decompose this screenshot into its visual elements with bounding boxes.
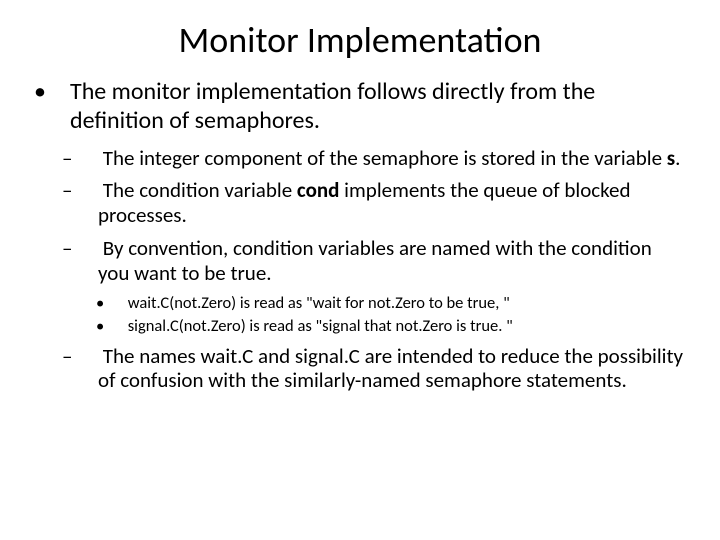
text: The condition variable [103,177,297,203]
subbullet-2: The condition variable cond implements t… [80,178,684,228]
subsub-group: wait.C(not.Zero) is read as "wait for no… [110,293,684,335]
subbullet-1: The integer component of the semaphore i… [80,146,684,171]
slide: Monitor Implementation The monitor imple… [0,0,720,540]
subbullet-4: The names wait.C and signal.C are intend… [80,344,684,394]
text: The integer component of the semaphore i… [103,145,667,171]
subsub-2: signal.C(not.Zero) is read as "signal th… [110,316,684,336]
subsub-1: wait.C(not.Zero) is read as "wait for no… [110,293,684,313]
bold-s: s [667,145,675,171]
text: . [675,145,680,171]
bold-cond: cond [297,177,340,203]
subbullet-3: By convention, condition variables are n… [80,236,684,286]
bullet-main: The monitor implementation follows direc… [52,78,684,136]
slide-title: Monitor Implementation [24,18,696,62]
subbullet-group: The integer component of the semaphore i… [80,146,684,394]
